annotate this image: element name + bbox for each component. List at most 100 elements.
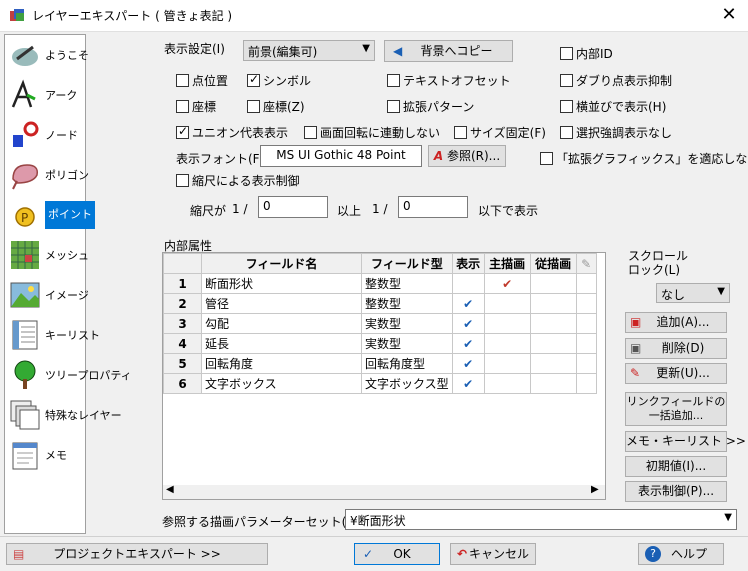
main-draw-cell[interactable] [483, 373, 531, 394]
param-set-value: ¥断面形状 [350, 514, 406, 528]
sidebar-item-node[interactable]: ノード [5, 115, 85, 155]
display-mode-select[interactable]: 前景(編集可) ▼ [243, 40, 375, 61]
field-type-cell[interactable]: 実数型 [361, 313, 453, 334]
add-icon: ▣ [630, 315, 642, 329]
field-type-cell[interactable]: 整数型 [361, 273, 453, 294]
column-header[interactable]: フィールド名 [201, 253, 362, 274]
update-field-button[interactable]: ✎ 更新(U)... [625, 363, 727, 384]
sub-draw-cell[interactable] [529, 293, 577, 314]
initial-value-button[interactable]: 初期値(I)... [625, 456, 727, 477]
table-row[interactable]: 1 断面形状 整数型 ✔ [163, 273, 597, 294]
point-position-checkbox[interactable]: 点位置 [176, 72, 228, 89]
horizontal-scrollbar[interactable]: ◀ ▶ [163, 484, 605, 499]
table-row[interactable]: 4 延長 実数型 ✔ [163, 333, 597, 354]
field-name-cell[interactable]: 回転角度 [201, 353, 362, 374]
field-name-cell[interactable]: 延長 [201, 333, 362, 354]
table-row[interactable]: 3 勾配 実数型 ✔ [163, 313, 597, 334]
show-checkmark-icon[interactable]: ✔ [451, 353, 485, 374]
field-name-cell[interactable]: 文字ボックス [201, 373, 362, 394]
project-expert-button[interactable]: ▤ プロジェクトエキスパート >> [6, 543, 268, 565]
sidebar-item-keylist[interactable]: キーリスト [5, 315, 100, 355]
row-number: 3 [163, 313, 202, 334]
horizontal-display-checkbox[interactable]: 横並びで表示(H) [560, 98, 666, 115]
sub-draw-cell[interactable] [529, 353, 577, 374]
main-draw-cell[interactable] [483, 313, 531, 334]
sub-draw-cell[interactable] [529, 313, 577, 334]
coords-checkbox[interactable]: 座標 [176, 98, 216, 115]
memo-keylist-button[interactable]: メモ・キーリスト >> [625, 431, 746, 452]
delete-field-button[interactable]: ▣ 削除(D) [625, 338, 727, 359]
field-type-cell[interactable]: 整数型 [361, 293, 453, 314]
bulk-link-fields-button[interactable]: リンクフィールドの 一括追加... [625, 392, 727, 426]
field-type-cell[interactable]: 文字ボックス型 [361, 373, 453, 394]
sidebar-item-image[interactable]: イメージ [5, 275, 89, 315]
extra-cell [575, 353, 597, 374]
field-name-cell[interactable]: 勾配 [201, 313, 362, 334]
scroll-right-icon[interactable]: ▶ [591, 484, 599, 495]
no-ext-graphics-checkbox[interactable]: 「拡張グラフィックス」を適応しない [540, 150, 748, 167]
coords-z-checkbox[interactable]: 座標(Z) [247, 98, 305, 115]
sidebar-item-polygon[interactable]: ポリゴン [5, 155, 89, 195]
field-type-cell[interactable]: 回転角度型 [361, 353, 453, 374]
field-type-cell[interactable]: 実数型 [361, 333, 453, 354]
text-offset-checkbox[interactable]: テキストオフセット [387, 72, 511, 89]
display-font-field[interactable]: MS UI Gothic 48 Point [260, 145, 422, 167]
main-draw-cell[interactable] [483, 293, 531, 314]
table-row[interactable]: 2 管径 整数型 ✔ [163, 293, 597, 314]
scroll-lock-select[interactable]: なし ▼ [656, 283, 730, 303]
union-representative-checkbox[interactable]: ユニオン代表表示 [176, 124, 288, 141]
attributes-grid[interactable]: フィールド名 フィールド型 表示 主描画 従描画 ✎ 1 断面形状 整数型 ✔ … [162, 252, 606, 500]
ok-button[interactable]: ✓ OK [354, 543, 440, 565]
sidebar-item-arc[interactable]: アーク [5, 75, 85, 115]
selection-highlight-checkbox[interactable]: 選択強調表示なし [560, 124, 672, 141]
delete-icon: ▣ [630, 341, 642, 355]
row-number: 5 [163, 353, 202, 374]
symbol-checkbox[interactable]: シンボル [247, 72, 311, 89]
scale-min-field[interactable]: 0 [258, 196, 328, 218]
sidebar-item-point[interactable]: P ポイント [5, 195, 95, 235]
column-header[interactable]: 表示 [451, 253, 485, 274]
extended-pattern-checkbox[interactable]: 拡張パターン [387, 98, 474, 115]
show-checkmark-icon[interactable]: ✔ [451, 313, 485, 334]
add-field-button[interactable]: ▣ 追加(A)... [625, 312, 727, 333]
display-control-button[interactable]: 表示制御(P)... [625, 481, 727, 502]
sidebar-item-memo[interactable]: メモ [5, 435, 85, 475]
show-checkmark-icon[interactable]: ✔ [451, 373, 485, 394]
show-checkmark-icon[interactable] [451, 273, 485, 294]
scroll-left-icon[interactable]: ◀ [166, 484, 174, 495]
duplicate-suppress-checkbox[interactable]: ダブり点表示抑制 [560, 72, 672, 89]
copy-to-background-button[interactable]: ◀ 背景へコピー [384, 40, 513, 62]
param-set-select[interactable]: ¥断面形状 ▼ [345, 509, 737, 530]
show-checkmark-icon[interactable]: ✔ [451, 333, 485, 354]
field-name-cell[interactable]: 管径 [201, 293, 362, 314]
main-draw-checkmark-icon[interactable]: ✔ [483, 273, 531, 294]
internal-id-checkbox[interactable]: 内部ID [560, 45, 613, 62]
table-row[interactable]: 5 回転角度 回転角度型 ✔ [163, 353, 597, 374]
sidebar-item-special-layer[interactable]: 特殊なレイヤー [5, 395, 122, 435]
main-draw-cell[interactable] [483, 353, 531, 374]
show-checkmark-icon[interactable]: ✔ [451, 293, 485, 314]
polygon-icon [12, 164, 39, 190]
column-header[interactable]: 従描画 [529, 253, 577, 274]
scale-max-field[interactable]: 0 [398, 196, 468, 218]
sub-draw-cell[interactable] [529, 373, 577, 394]
sub-draw-cell[interactable] [529, 273, 577, 294]
sidebar-item-mesh[interactable]: メッシュ [5, 235, 89, 275]
column-header[interactable]: フィールド型 [361, 253, 453, 274]
screen-rotation-checkbox[interactable]: 画面回転に連動しない [304, 124, 440, 141]
column-header[interactable]: 主描画 [483, 253, 531, 274]
main-draw-cell[interactable] [483, 333, 531, 354]
help-button[interactable]: ? ヘルプ [638, 543, 724, 565]
row-number: 2 [163, 293, 202, 314]
font-browse-button[interactable]: A 参照(R)... [428, 145, 506, 167]
sidebar-item-tree[interactable]: ツリープロパティ [5, 355, 132, 395]
sidebar-item-welcome[interactable]: ようこそ [5, 35, 89, 75]
size-fixed-checkbox[interactable]: サイズ固定(F) [454, 124, 546, 141]
scale-prefix-label: 縮尺が [190, 204, 227, 218]
close-button[interactable]: ✕ [714, 2, 744, 28]
field-name-cell[interactable]: 断面形状 [201, 273, 362, 294]
scale-control-checkbox[interactable]: 縮尺による表示制御 [176, 172, 300, 189]
sub-draw-cell[interactable] [529, 333, 577, 354]
table-row[interactable]: 6 文字ボックス 文字ボックス型 ✔ [163, 373, 597, 394]
cancel-button[interactable]: ↶ キャンセル [450, 543, 536, 565]
